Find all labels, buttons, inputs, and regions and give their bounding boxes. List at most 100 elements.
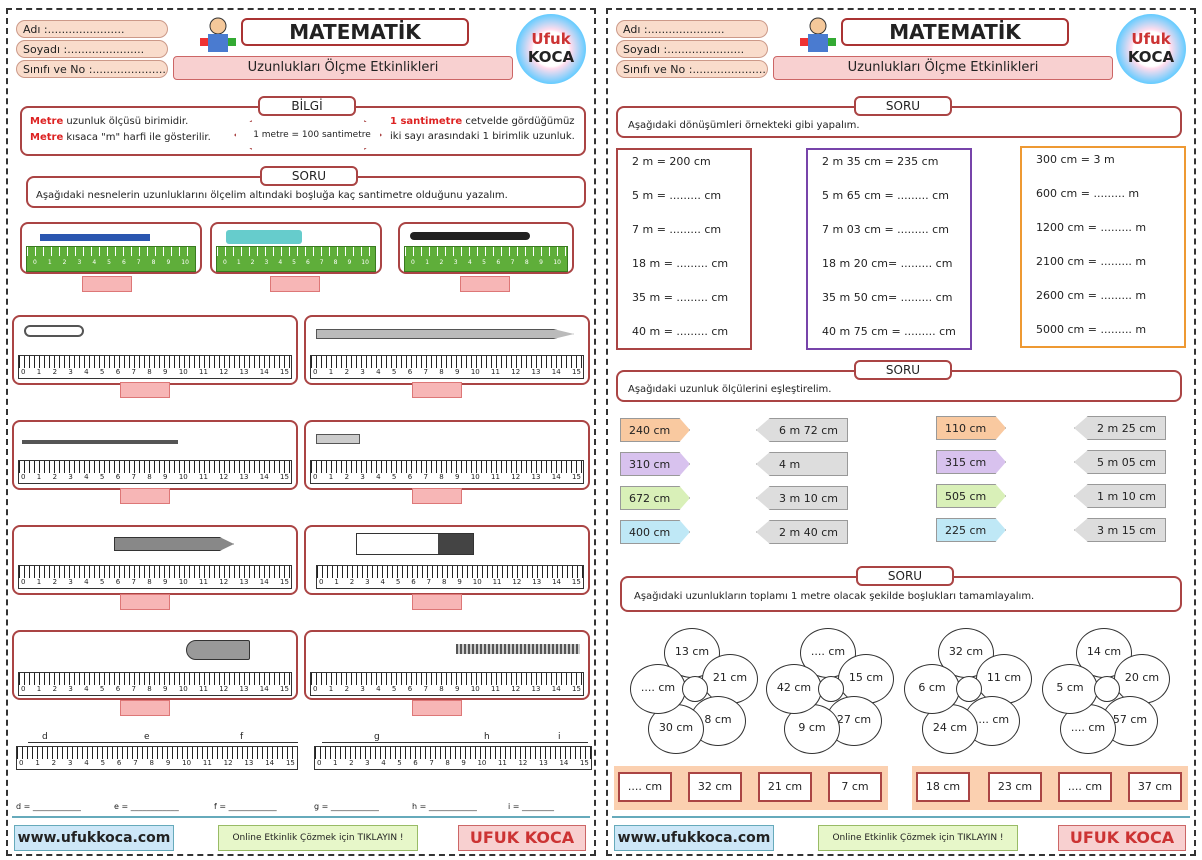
answer-d[interactable]: d = ____________ (16, 802, 81, 811)
segment-lines (28, 742, 298, 743)
kid-illustration (800, 17, 836, 52)
conversion-item: 300 cm = 3 m (1036, 153, 1115, 166)
conversion-item[interactable]: 5 m 65 cm = ......... cm (808, 184, 970, 218)
object-box-pencil: 0 1 2 3 4 5 6 7 8 9 10 (20, 222, 202, 274)
question-text-3: Aşağıdaki uzunlukların toplamı 1 metre o… (634, 591, 1035, 602)
answer-slot[interactable] (270, 276, 320, 292)
match-item[interactable]: 3 m 10 cm (756, 486, 848, 510)
match-item[interactable]: 240 cm (620, 418, 690, 442)
name-label: Adı : (23, 23, 48, 36)
answer-slot[interactable] (120, 594, 170, 610)
name-dots: ...................... (47, 23, 125, 36)
answer-f[interactable]: f = ____________ (214, 802, 277, 811)
answer-h[interactable]: h = ____________ (412, 802, 477, 811)
conversion-item[interactable]: 2600 cm = ......... m (1022, 284, 1184, 318)
sum-box: 7 cm (828, 772, 882, 802)
class-field[interactable]: Sınıfı ve No :...................... (616, 60, 768, 78)
pencil-icon (316, 329, 574, 339)
answer-slot[interactable] (120, 488, 170, 504)
match-item[interactable]: 5 m 05 cm (1074, 450, 1166, 474)
conversion-item[interactable]: 5 m = ......... cm (618, 184, 750, 218)
key-icon (186, 640, 250, 660)
ruler-numbers: 0 1 2 3 4 5 6 7 8 9 10 (223, 259, 369, 266)
paperclip-icon (24, 325, 84, 337)
name-field[interactable]: Adı :...................... (16, 20, 168, 38)
conversion-column-3: 300 cm = 3 m 600 cm = ......... m 1200 c… (1020, 146, 1186, 348)
match-item[interactable]: 315 cm (936, 450, 1006, 474)
object-box-eraser: 0 1 2 3 4 5 6 7 8 9 10 (210, 222, 382, 274)
conversion-item[interactable]: 2100 cm = ......... m (1022, 250, 1184, 284)
match-item[interactable]: 2 m 25 cm (1074, 416, 1166, 440)
surname-label: Soyadı : (623, 43, 668, 56)
sum-box: 21 cm (758, 772, 812, 802)
info-text-1: Metre uzunluk ölçüsü birimidir. (30, 116, 189, 127)
match-item[interactable]: 110 cm (936, 416, 1006, 440)
answer-slot[interactable] (412, 382, 462, 398)
match-item[interactable]: 6 m 72 cm (756, 418, 848, 442)
answer-slot[interactable] (460, 276, 510, 292)
surname-dots: ...................... (67, 43, 145, 56)
answer-slot[interactable] (412, 700, 462, 716)
match-item[interactable]: 1 m 10 cm (1074, 484, 1166, 508)
info-arrow-text: 1 metre = 100 santimetre (253, 130, 371, 140)
surname-field[interactable]: Soyadı :...................... (16, 40, 168, 58)
sum-box: 18 cm (916, 772, 970, 802)
conversion-item: 2 m 35 cm = 235 cm (822, 155, 939, 168)
sum-box: 23 cm (988, 772, 1042, 802)
conversion-item[interactable]: 7 m = ......... cm (618, 218, 750, 252)
match-item[interactable]: 2 m 40 cm (756, 520, 848, 544)
measure-box-pencil: 0 1 2 3 4 5 6 7 8 9 10 11 12 13 14 15 (304, 315, 590, 385)
pencil-icon (40, 234, 150, 241)
page-title: MATEMATİK (241, 18, 469, 46)
ruler-numbers: 0 1 2 3 4 5 6 7 8 9 10 11 12 13 14 15 (317, 759, 589, 767)
conversion-item[interactable]: 5000 cm = ......... m (1022, 318, 1184, 352)
online-activity-button[interactable]: Online Etkinlik Çözmek için TIKLAYIN ! (218, 825, 418, 851)
website-link[interactable]: www.ufukkoca.com (614, 825, 774, 851)
conversion-column-1: 2 m = 200 cm 5 m = ......... cm 7 m = ..… (616, 148, 752, 350)
answer-i[interactable]: i = ________ (508, 802, 554, 811)
conversion-item[interactable]: 600 cm = ......... m (1022, 182, 1184, 216)
match-item[interactable]: 400 cm (620, 520, 690, 544)
conversion-item[interactable]: 35 m 50 cm= ......... cm (808, 286, 970, 320)
conversion-item[interactable]: 35 m = ......... cm (618, 286, 750, 320)
conversion-item[interactable]: 18 m 20 cm= ......... cm (808, 252, 970, 286)
class-field[interactable]: Sınıfı ve No :...................... (16, 60, 168, 78)
answer-slot[interactable] (120, 382, 170, 398)
conversion-item[interactable]: 1200 cm = ......... m (1022, 216, 1184, 250)
answer-slot[interactable] (120, 700, 170, 716)
name-field[interactable]: Adı :...................... (616, 20, 768, 38)
logo: Ufuk KOCA (516, 14, 586, 84)
author-name: UFUK KOCA (1058, 825, 1186, 851)
answer-slot[interactable] (82, 276, 132, 292)
match-item[interactable]: 3 m 15 cm (1074, 518, 1166, 542)
ruler: 0 1 2 3 4 5 6 7 8 9 10 11 12 13 14 15 (310, 460, 584, 484)
answer-slot[interactable] (412, 594, 462, 610)
answer-slot[interactable] (412, 488, 462, 504)
measure-box-nail: 0 1 2 3 4 5 6 7 8 9 10 11 12 13 14 15 (12, 420, 298, 490)
green-ruler: 0 1 2 3 4 5 6 7 8 9 10 (216, 246, 376, 272)
answer-e[interactable]: e = ____________ (114, 802, 179, 811)
conversion-item[interactable]: 18 m = ......... cm (618, 252, 750, 286)
match-item[interactable]: 505 cm (936, 484, 1006, 508)
conversion-item[interactable]: 40 m = ......... cm (618, 320, 750, 354)
glue-stick-icon (356, 533, 474, 555)
ruler-numbers: 0 1 2 3 4 5 6 7 8 9 10 11 12 13 14 15 (21, 578, 289, 586)
ruler: 0 1 2 3 4 5 6 7 8 9 10 11 12 13 14 15 (310, 355, 584, 379)
online-activity-button[interactable]: Online Etkinlik Çözmek için TIKLAYIN ! (818, 825, 1018, 851)
sum-box[interactable]: .... cm (618, 772, 672, 802)
measure-box-crayon: 0 1 2 3 4 5 6 7 8 9 10 11 12 13 14 15 (12, 525, 298, 595)
answer-g[interactable]: g = ____________ (314, 802, 379, 811)
match-item[interactable]: 310 cm (620, 452, 690, 476)
page-title: MATEMATİK (841, 18, 1069, 46)
match-item[interactable]: 4 m (756, 452, 848, 476)
match-item[interactable]: 225 cm (936, 518, 1006, 542)
ruler-numbers: 0 1 2 3 4 5 6 7 8 9 10 11 12 13 14 15 (19, 759, 295, 767)
conversion-item[interactable]: 40 m 75 cm = ......... cm (808, 320, 970, 354)
sum-box[interactable]: .... cm (1058, 772, 1112, 802)
segment-label-d: d (42, 732, 48, 742)
surname-field[interactable]: Soyadı :...................... (616, 40, 768, 58)
match-item[interactable]: 672 cm (620, 486, 690, 510)
conversion-item[interactable]: 7 m 03 cm = ......... cm (808, 218, 970, 252)
page-subtitle: Uzunlukları Ölçme Etkinlikleri (773, 56, 1113, 80)
website-link[interactable]: www.ufukkoca.com (14, 825, 174, 851)
